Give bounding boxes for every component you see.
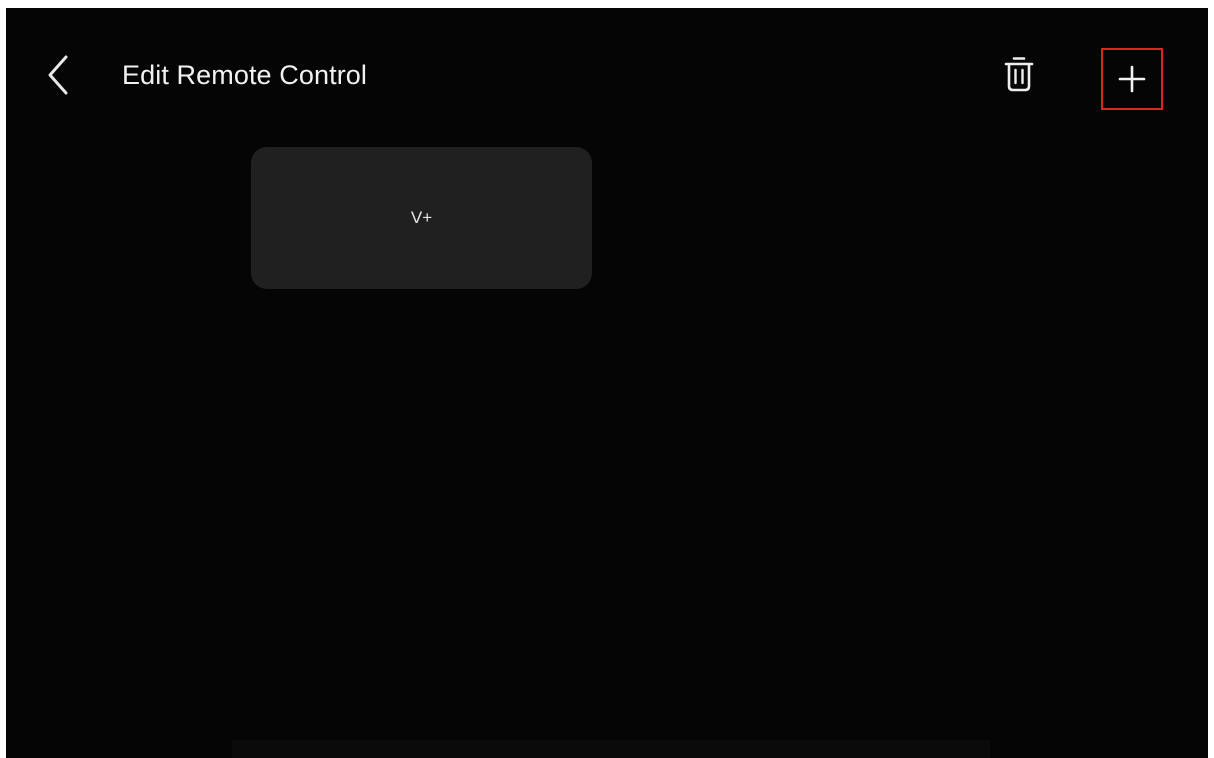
remote-edit-screen: Edit Remote Control V+ xyxy=(6,8,1208,758)
remote-key-volume-up[interactable]: V+ xyxy=(251,147,592,289)
page-title: Edit Remote Control xyxy=(122,60,368,90)
bottom-bar xyxy=(232,740,990,758)
trash-icon xyxy=(1004,57,1034,92)
remote-key-label: V+ xyxy=(410,208,433,227)
chevron-left-icon xyxy=(48,55,68,95)
delete-button[interactable] xyxy=(998,52,1040,96)
plus-icon xyxy=(1118,65,1146,93)
add-button[interactable] xyxy=(1101,48,1163,110)
back-button[interactable] xyxy=(36,50,80,100)
